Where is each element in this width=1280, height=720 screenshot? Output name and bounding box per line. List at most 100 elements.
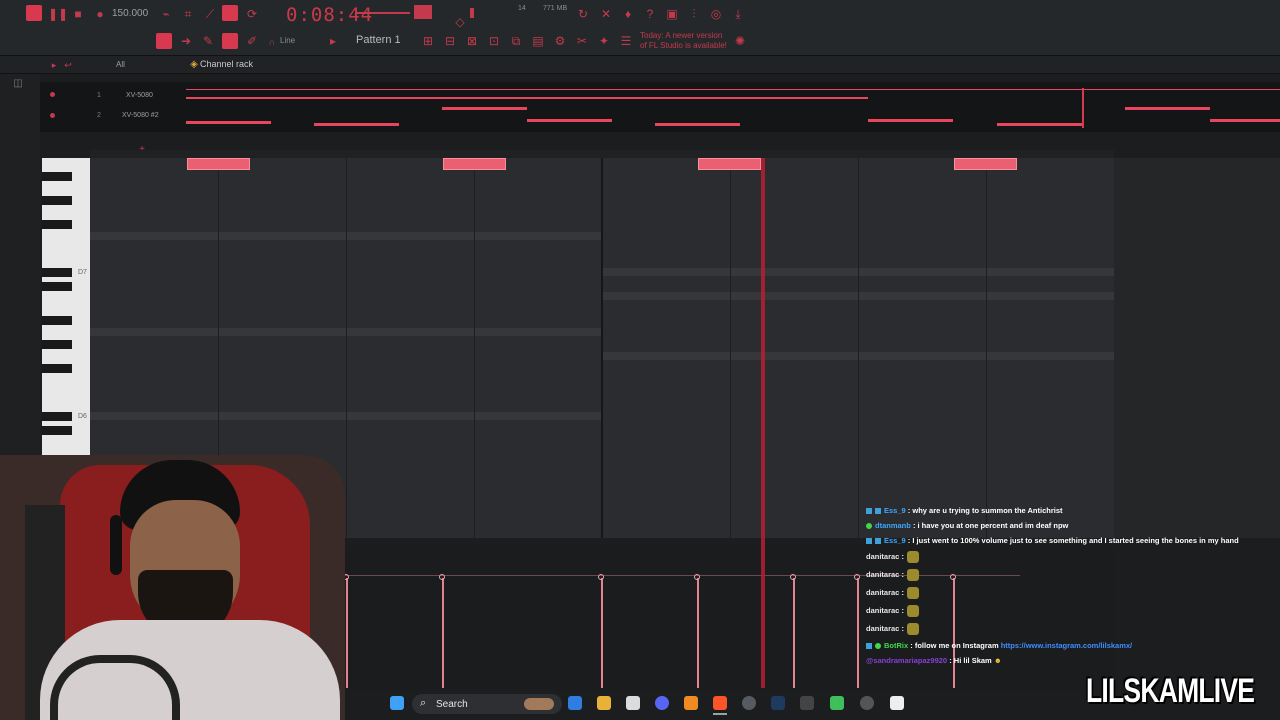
velocity-handle[interactable] [598, 574, 604, 580]
pattern-prev-icon[interactable]: ▸ [325, 33, 341, 49]
step-edit-button[interactable] [222, 5, 238, 21]
pattern-selector[interactable]: Pattern 1 [356, 34, 401, 46]
velocity-bar[interactable] [857, 578, 859, 688]
velocity-bar[interactable] [601, 578, 603, 688]
loop-marker[interactable] [698, 158, 761, 170]
save-icon[interactable]: ▣ [664, 6, 680, 22]
master-pitch[interactable] [414, 5, 432, 19]
chat-text: : Hi lil Skam [949, 656, 992, 665]
black-key[interactable] [42, 426, 72, 435]
master-volume-slider[interactable] [355, 12, 410, 14]
capcut-icon[interactable] [890, 696, 904, 710]
timeline-ruler[interactable] [90, 150, 1114, 158]
update-notice[interactable]: Today: A newer version of FL Studio is a… [640, 31, 730, 51]
velocity-handle[interactable] [439, 574, 445, 580]
touch-icon[interactable]: ☰ [618, 33, 634, 49]
copilot-icon[interactable] [568, 696, 582, 710]
tempo-display[interactable]: 150.000 [112, 8, 148, 19]
mic-icon[interactable]: ♦ [620, 6, 636, 22]
paint-icon[interactable]: ✐ [244, 33, 260, 49]
chat-message: BotRix : follow me on Instagram https://… [866, 641, 1132, 650]
velocity-handle[interactable] [694, 574, 700, 580]
download-icon[interactable]: ⤓ [730, 6, 746, 22]
mixer-icon[interactable]: ⫶ [686, 6, 702, 22]
rack-options-icon[interactable]: ↩ [60, 57, 76, 73]
windows-start-icon[interactable] [390, 696, 404, 710]
magnet-icon[interactable]: ∩ [264, 34, 280, 50]
snap-select[interactable]: Line [280, 36, 295, 45]
clip [868, 119, 953, 122]
close-icon[interactable]: ✕ [598, 6, 614, 22]
settings-icon[interactable]: ✺ [732, 33, 748, 49]
project-icon[interactable]: ▤ [530, 33, 546, 49]
loop-marker[interactable] [443, 158, 506, 170]
app-icon[interactable] [830, 696, 844, 710]
velocity-handle[interactable] [790, 574, 796, 580]
black-key[interactable] [42, 220, 72, 229]
chat-icon[interactable]: ◎ [708, 6, 724, 22]
folder-icon[interactable]: ◫ [10, 76, 26, 92]
velocity-handle[interactable] [854, 574, 860, 580]
mixer-window-icon[interactable]: ⊠ [464, 33, 480, 49]
black-key[interactable] [42, 196, 72, 205]
playhead[interactable] [761, 158, 765, 688]
channel-filter[interactable]: All [116, 60, 125, 69]
tools-icon[interactable]: ✂ [574, 33, 590, 49]
wait-icon[interactable]: ⌗ [180, 6, 196, 22]
browser-icon[interactable]: ⊡ [486, 33, 502, 49]
badge-icon [866, 643, 872, 650]
countdown-icon[interactable]: ⟋ [202, 6, 218, 22]
channel-1-number: 1 [97, 92, 101, 99]
stop-icon[interactable]: ■ [70, 6, 86, 22]
app-icon[interactable] [860, 696, 874, 710]
script-icon[interactable]: ✦ [596, 33, 612, 49]
velocity-bar[interactable] [697, 578, 699, 688]
app-icon[interactable] [800, 696, 814, 710]
black-key[interactable] [42, 268, 72, 277]
plugin-picker-icon[interactable]: ⧉ [508, 33, 524, 49]
brave-icon[interactable] [713, 696, 727, 710]
channel-1-led[interactable] [50, 92, 55, 97]
record-icon[interactable]: ● [92, 6, 108, 22]
velocity-bar[interactable] [442, 578, 444, 688]
channel-1-name[interactable]: XV-5080 [126, 92, 153, 99]
black-key[interactable] [42, 340, 72, 349]
velocity-bar[interactable] [346, 578, 348, 688]
store-icon[interactable] [626, 696, 640, 710]
chat-username: @sandramariapaz9920 [866, 656, 948, 665]
loop-marker[interactable] [187, 158, 250, 170]
loop-record-icon[interactable]: ⟳ [244, 6, 260, 22]
chat-username: danitarac [866, 605, 900, 615]
help-icon[interactable]: ? [642, 6, 658, 22]
file-explorer-icon[interactable] [597, 696, 611, 710]
piano-roll-icon[interactable]: ⊞ [420, 33, 436, 49]
grid-line [601, 158, 603, 538]
black-key[interactable] [42, 412, 72, 421]
black-key[interactable] [42, 364, 72, 373]
channel-2-led[interactable] [50, 113, 55, 118]
velocity-bar[interactable] [793, 578, 795, 688]
plugin-icon[interactable]: ⚙ [552, 33, 568, 49]
chat-message: danitarac : [866, 605, 919, 617]
loop-marker[interactable] [954, 158, 1017, 170]
steam-icon[interactable] [771, 696, 785, 710]
black-key[interactable] [42, 172, 72, 181]
discord-icon[interactable] [655, 696, 669, 710]
arrow-icon[interactable]: ➜ [178, 33, 194, 49]
clip [442, 107, 527, 110]
draw-icon[interactable]: ✎ [200, 33, 216, 49]
chat-link[interactable]: https://www.instagram.com/lilskamx/ [1001, 641, 1132, 650]
channel-rack-icon[interactable]: ⊟ [442, 33, 458, 49]
metronome-icon[interactable]: ⌁ [158, 6, 174, 22]
app-icon[interactable] [742, 696, 756, 710]
black-key[interactable] [42, 282, 72, 291]
black-key[interactable] [42, 316, 72, 325]
fl-studio-icon[interactable] [684, 696, 698, 710]
taskbar-search[interactable]: ⌕ [412, 694, 562, 714]
pat-song-toggle[interactable] [26, 5, 42, 21]
playlist-button[interactable] [156, 33, 172, 49]
undo-history-icon[interactable]: ↻ [575, 6, 591, 22]
pause-icon[interactable]: ❚❚ [48, 6, 68, 22]
pencil-tool-button[interactable] [222, 33, 238, 49]
channel-2-name[interactable]: XV-5080 #2 [122, 112, 159, 119]
